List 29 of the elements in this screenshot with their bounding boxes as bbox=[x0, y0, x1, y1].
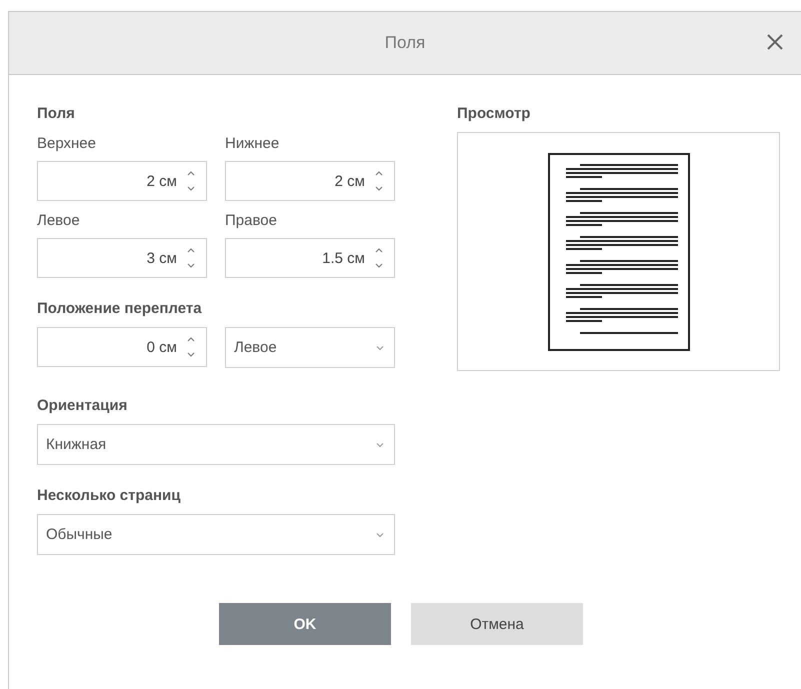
field-label: Нижнее bbox=[225, 135, 280, 154]
section-heading: Поля bbox=[37, 105, 76, 124]
window-title: Поля bbox=[384, 33, 426, 53]
spinner-arrows-icon[interactable] bbox=[186, 246, 196, 270]
section-heading: Положение переплета bbox=[37, 300, 203, 319]
spinner-arrows-icon[interactable] bbox=[186, 335, 196, 359]
field-label: Правое bbox=[225, 212, 278, 231]
pages-dropdown[interactable]: Обычные bbox=[37, 514, 395, 555]
spinner-field[interactable]: 2 см bbox=[225, 161, 395, 201]
dropdown-caret-icon bbox=[376, 442, 384, 448]
spinner-arrows-icon[interactable] bbox=[374, 169, 384, 193]
dropdown-caret-icon bbox=[376, 344, 384, 350]
field-label: Верхнее bbox=[37, 135, 97, 154]
spinner-field[interactable]: 2 см bbox=[37, 161, 207, 201]
ok-button[interactable]: OK bbox=[219, 603, 391, 645]
gutter-dropdown[interactable]: Левое bbox=[225, 327, 395, 368]
spinner-field[interactable]: 0 см bbox=[37, 327, 207, 367]
spinner-field[interactable]: 1.5 см bbox=[225, 238, 395, 278]
close-icon[interactable] bbox=[765, 32, 785, 52]
spinner-arrows-icon[interactable] bbox=[186, 169, 196, 193]
cancel-button[interactable]: Отмена bbox=[411, 603, 583, 645]
section-heading: Несколько страниц bbox=[37, 487, 182, 506]
dropdown-caret-icon bbox=[376, 532, 384, 538]
section-heading: Ориентация bbox=[37, 397, 128, 416]
field-label: Левое bbox=[37, 212, 81, 231]
spinner-arrows-icon[interactable] bbox=[374, 246, 384, 270]
orientation-dropdown[interactable]: Книжная bbox=[37, 424, 395, 465]
spinner-field[interactable]: 3 см bbox=[37, 238, 207, 278]
section-heading: Просмотр bbox=[457, 105, 532, 124]
